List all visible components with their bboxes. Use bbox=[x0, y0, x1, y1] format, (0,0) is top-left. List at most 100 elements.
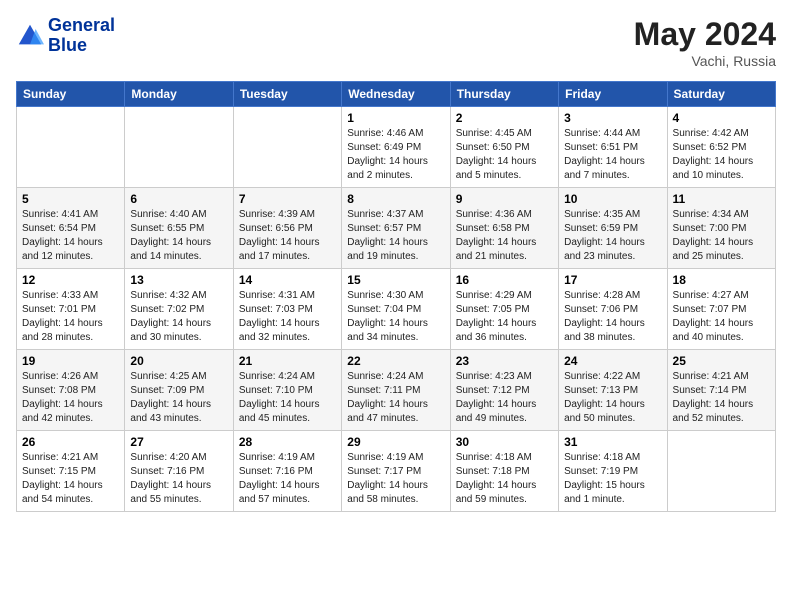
day-number: 28 bbox=[239, 435, 336, 449]
day-number: 15 bbox=[347, 273, 444, 287]
day-number: 3 bbox=[564, 111, 661, 125]
day-info: Sunrise: 4:20 AMSunset: 7:16 PMDaylight:… bbox=[130, 451, 227, 507]
day-info: Sunrise: 4:42 AMSunset: 6:52 PMDaylight:… bbox=[673, 127, 770, 183]
page-header: General Blue May 2024 Vachi, Russia bbox=[16, 16, 776, 69]
calendar-cell: 22 Sunrise: 4:24 AMSunset: 7:11 PMDayligh… bbox=[342, 350, 450, 431]
weekday-header: Thursday bbox=[450, 82, 558, 107]
day-info: Sunrise: 4:19 AMSunset: 7:17 PMDaylight:… bbox=[347, 451, 444, 507]
calendar-cell: 26 Sunrise: 4:21 AMSunset: 7:15 PMDayligh… bbox=[17, 431, 125, 512]
calendar-cell: 7Sunrise: 4:39 AMSunset: 6:56 PMDaylight… bbox=[233, 188, 341, 269]
day-info: Sunrise: 4:46 AMSunset: 6:49 PMDaylight:… bbox=[347, 127, 444, 183]
day-info: Sunrise: 4:45 AMSunset: 6:50 PMDaylight:… bbox=[456, 127, 553, 183]
calendar-cell: 5 Sunrise: 4:41 AMSunset: 6:54 PMDaylight… bbox=[17, 188, 125, 269]
day-number: 9 bbox=[456, 192, 553, 206]
day-number: 27 bbox=[130, 435, 227, 449]
calendar-cell: 16 Sunrise: 4:29 AMSunset: 7:05 PMDayligh… bbox=[450, 269, 558, 350]
day-number: 20 bbox=[130, 354, 227, 368]
calendar-week-row: 5 Sunrise: 4:41 AMSunset: 6:54 PMDaylight… bbox=[17, 188, 776, 269]
day-number: 17 bbox=[564, 273, 661, 287]
calendar-cell: 3 Sunrise: 4:44 AMSunset: 6:51 PMDaylight… bbox=[559, 107, 667, 188]
weekday-header: Wednesday bbox=[342, 82, 450, 107]
day-number: 4 bbox=[673, 111, 770, 125]
day-number: 19 bbox=[22, 354, 119, 368]
location: Vachi, Russia bbox=[634, 53, 776, 69]
calendar-cell: 11 Sunrise: 4:34 AMSunset: 7:00 PMDayligh… bbox=[667, 188, 775, 269]
calendar-cell: 14 Sunrise: 4:31 AMSunset: 7:03 PMDayligh… bbox=[233, 269, 341, 350]
calendar-cell: 25Sunrise: 4:21 AMSunset: 7:14 PMDayligh… bbox=[667, 350, 775, 431]
day-info: Sunrise: 4:25 AMSunset: 7:09 PMDaylight:… bbox=[130, 370, 227, 426]
calendar-cell: 23Sunrise: 4:23 AMSunset: 7:12 PMDayligh… bbox=[450, 350, 558, 431]
calendar-cell: 17 Sunrise: 4:28 AMSunset: 7:06 PMDayligh… bbox=[559, 269, 667, 350]
weekday-header: Saturday bbox=[667, 82, 775, 107]
calendar-cell: 20 Sunrise: 4:25 AMSunset: 7:09 PMDayligh… bbox=[125, 350, 233, 431]
calendar-cell: 27 Sunrise: 4:20 AMSunset: 7:16 PMDayligh… bbox=[125, 431, 233, 512]
day-number: 25 bbox=[673, 354, 770, 368]
calendar-cell bbox=[17, 107, 125, 188]
day-info: Sunrise: 4:33 AMSunset: 7:01 PMDaylight:… bbox=[22, 289, 119, 345]
day-number: 22 bbox=[347, 354, 444, 368]
day-number: 29 bbox=[347, 435, 444, 449]
day-info: Sunrise: 4:44 AMSunset: 6:51 PMDaylight:… bbox=[564, 127, 661, 183]
day-number: 11 bbox=[673, 192, 770, 206]
calendar-cell bbox=[125, 107, 233, 188]
calendar-cell: 29 Sunrise: 4:19 AMSunset: 7:17 PMDayligh… bbox=[342, 431, 450, 512]
calendar-cell: 24Sunrise: 4:22 AMSunset: 7:13 PMDayligh… bbox=[559, 350, 667, 431]
day-info: Sunrise: 4:21 AMSunset: 7:15 PMDaylight:… bbox=[22, 451, 119, 507]
calendar-week-row: 19 Sunrise: 4:26 AMSunset: 7:08 PMDayligh… bbox=[17, 350, 776, 431]
calendar-cell bbox=[233, 107, 341, 188]
calendar-cell: 6 Sunrise: 4:40 AMSunset: 6:55 PMDaylight… bbox=[125, 188, 233, 269]
day-info: Sunrise: 4:34 AMSunset: 7:00 PMDaylight:… bbox=[673, 208, 770, 264]
logo-text: General Blue bbox=[48, 16, 115, 56]
weekday-header: Tuesday bbox=[233, 82, 341, 107]
day-info: Sunrise: 4:40 AMSunset: 6:55 PMDaylight:… bbox=[130, 208, 227, 264]
day-number: 21 bbox=[239, 354, 336, 368]
day-info: Sunrise: 4:41 AMSunset: 6:54 PMDaylight:… bbox=[22, 208, 119, 264]
day-info: Sunrise: 4:31 AMSunset: 7:03 PMDaylight:… bbox=[239, 289, 336, 345]
day-number: 14 bbox=[239, 273, 336, 287]
day-info: Sunrise: 4:19 AMSunset: 7:16 PMDaylight:… bbox=[239, 451, 336, 507]
day-info: Sunrise: 4:27 AMSunset: 7:07 PMDaylight:… bbox=[673, 289, 770, 345]
day-info: Sunrise: 4:28 AMSunset: 7:06 PMDaylight:… bbox=[564, 289, 661, 345]
day-number: 13 bbox=[130, 273, 227, 287]
day-info: Sunrise: 4:26 AMSunset: 7:08 PMDaylight:… bbox=[22, 370, 119, 426]
day-number: 5 bbox=[22, 192, 119, 206]
calendar-week-row: 1 Sunrise: 4:46 AMSunset: 6:49 PMDaylight… bbox=[17, 107, 776, 188]
calendar-cell: 1 Sunrise: 4:46 AMSunset: 6:49 PMDaylight… bbox=[342, 107, 450, 188]
calendar-cell: 19 Sunrise: 4:26 AMSunset: 7:08 PMDayligh… bbox=[17, 350, 125, 431]
day-number: 2 bbox=[456, 111, 553, 125]
day-info: Sunrise: 4:18 AMSunset: 7:18 PMDaylight:… bbox=[456, 451, 553, 507]
calendar-cell: 13 Sunrise: 4:32 AMSunset: 7:02 PMDayligh… bbox=[125, 269, 233, 350]
weekday-header: Friday bbox=[559, 82, 667, 107]
day-info: Sunrise: 4:29 AMSunset: 7:05 PMDaylight:… bbox=[456, 289, 553, 345]
day-info: Sunrise: 4:24 AMSunset: 7:11 PMDaylight:… bbox=[347, 370, 444, 426]
day-number: 6 bbox=[130, 192, 227, 206]
calendar-cell: 12 Sunrise: 4:33 AMSunset: 7:01 PMDayligh… bbox=[17, 269, 125, 350]
title-area: May 2024 Vachi, Russia bbox=[634, 16, 776, 69]
day-number: 7 bbox=[239, 192, 336, 206]
calendar-cell: 28 Sunrise: 4:19 AMSunset: 7:16 PMDayligh… bbox=[233, 431, 341, 512]
day-info: Sunrise: 4:35 AMSunset: 6:59 PMDaylight:… bbox=[564, 208, 661, 264]
calendar-cell: 10 Sunrise: 4:35 AMSunset: 6:59 PMDayligh… bbox=[559, 188, 667, 269]
calendar-cell: 4 Sunrise: 4:42 AMSunset: 6:52 PMDaylight… bbox=[667, 107, 775, 188]
day-number: 26 bbox=[22, 435, 119, 449]
calendar-table: SundayMondayTuesdayWednesdayThursdayFrid… bbox=[16, 81, 776, 512]
day-number: 18 bbox=[673, 273, 770, 287]
weekday-header-row: SundayMondayTuesdayWednesdayThursdayFrid… bbox=[17, 82, 776, 107]
day-number: 10 bbox=[564, 192, 661, 206]
day-number: 31 bbox=[564, 435, 661, 449]
calendar-cell bbox=[667, 431, 775, 512]
day-number: 12 bbox=[22, 273, 119, 287]
calendar-cell: 15Sunrise: 4:30 AMSunset: 7:04 PMDayligh… bbox=[342, 269, 450, 350]
day-info: Sunrise: 4:18 AMSunset: 7:19 PMDaylight:… bbox=[564, 451, 661, 507]
day-number: 30 bbox=[456, 435, 553, 449]
calendar-cell: 2 Sunrise: 4:45 AMSunset: 6:50 PMDaylight… bbox=[450, 107, 558, 188]
logo: General Blue bbox=[16, 16, 115, 56]
day-info: Sunrise: 4:32 AMSunset: 7:02 PMDaylight:… bbox=[130, 289, 227, 345]
month-year: May 2024 bbox=[634, 16, 776, 53]
calendar-week-row: 12 Sunrise: 4:33 AMSunset: 7:01 PMDayligh… bbox=[17, 269, 776, 350]
day-number: 8 bbox=[347, 192, 444, 206]
day-number: 1 bbox=[347, 111, 444, 125]
calendar-cell: 31 Sunrise: 4:18 AMSunset: 7:19 PMDayligh… bbox=[559, 431, 667, 512]
day-info: Sunrise: 4:23 AMSunset: 7:12 PMDaylight:… bbox=[456, 370, 553, 426]
day-number: 16 bbox=[456, 273, 553, 287]
